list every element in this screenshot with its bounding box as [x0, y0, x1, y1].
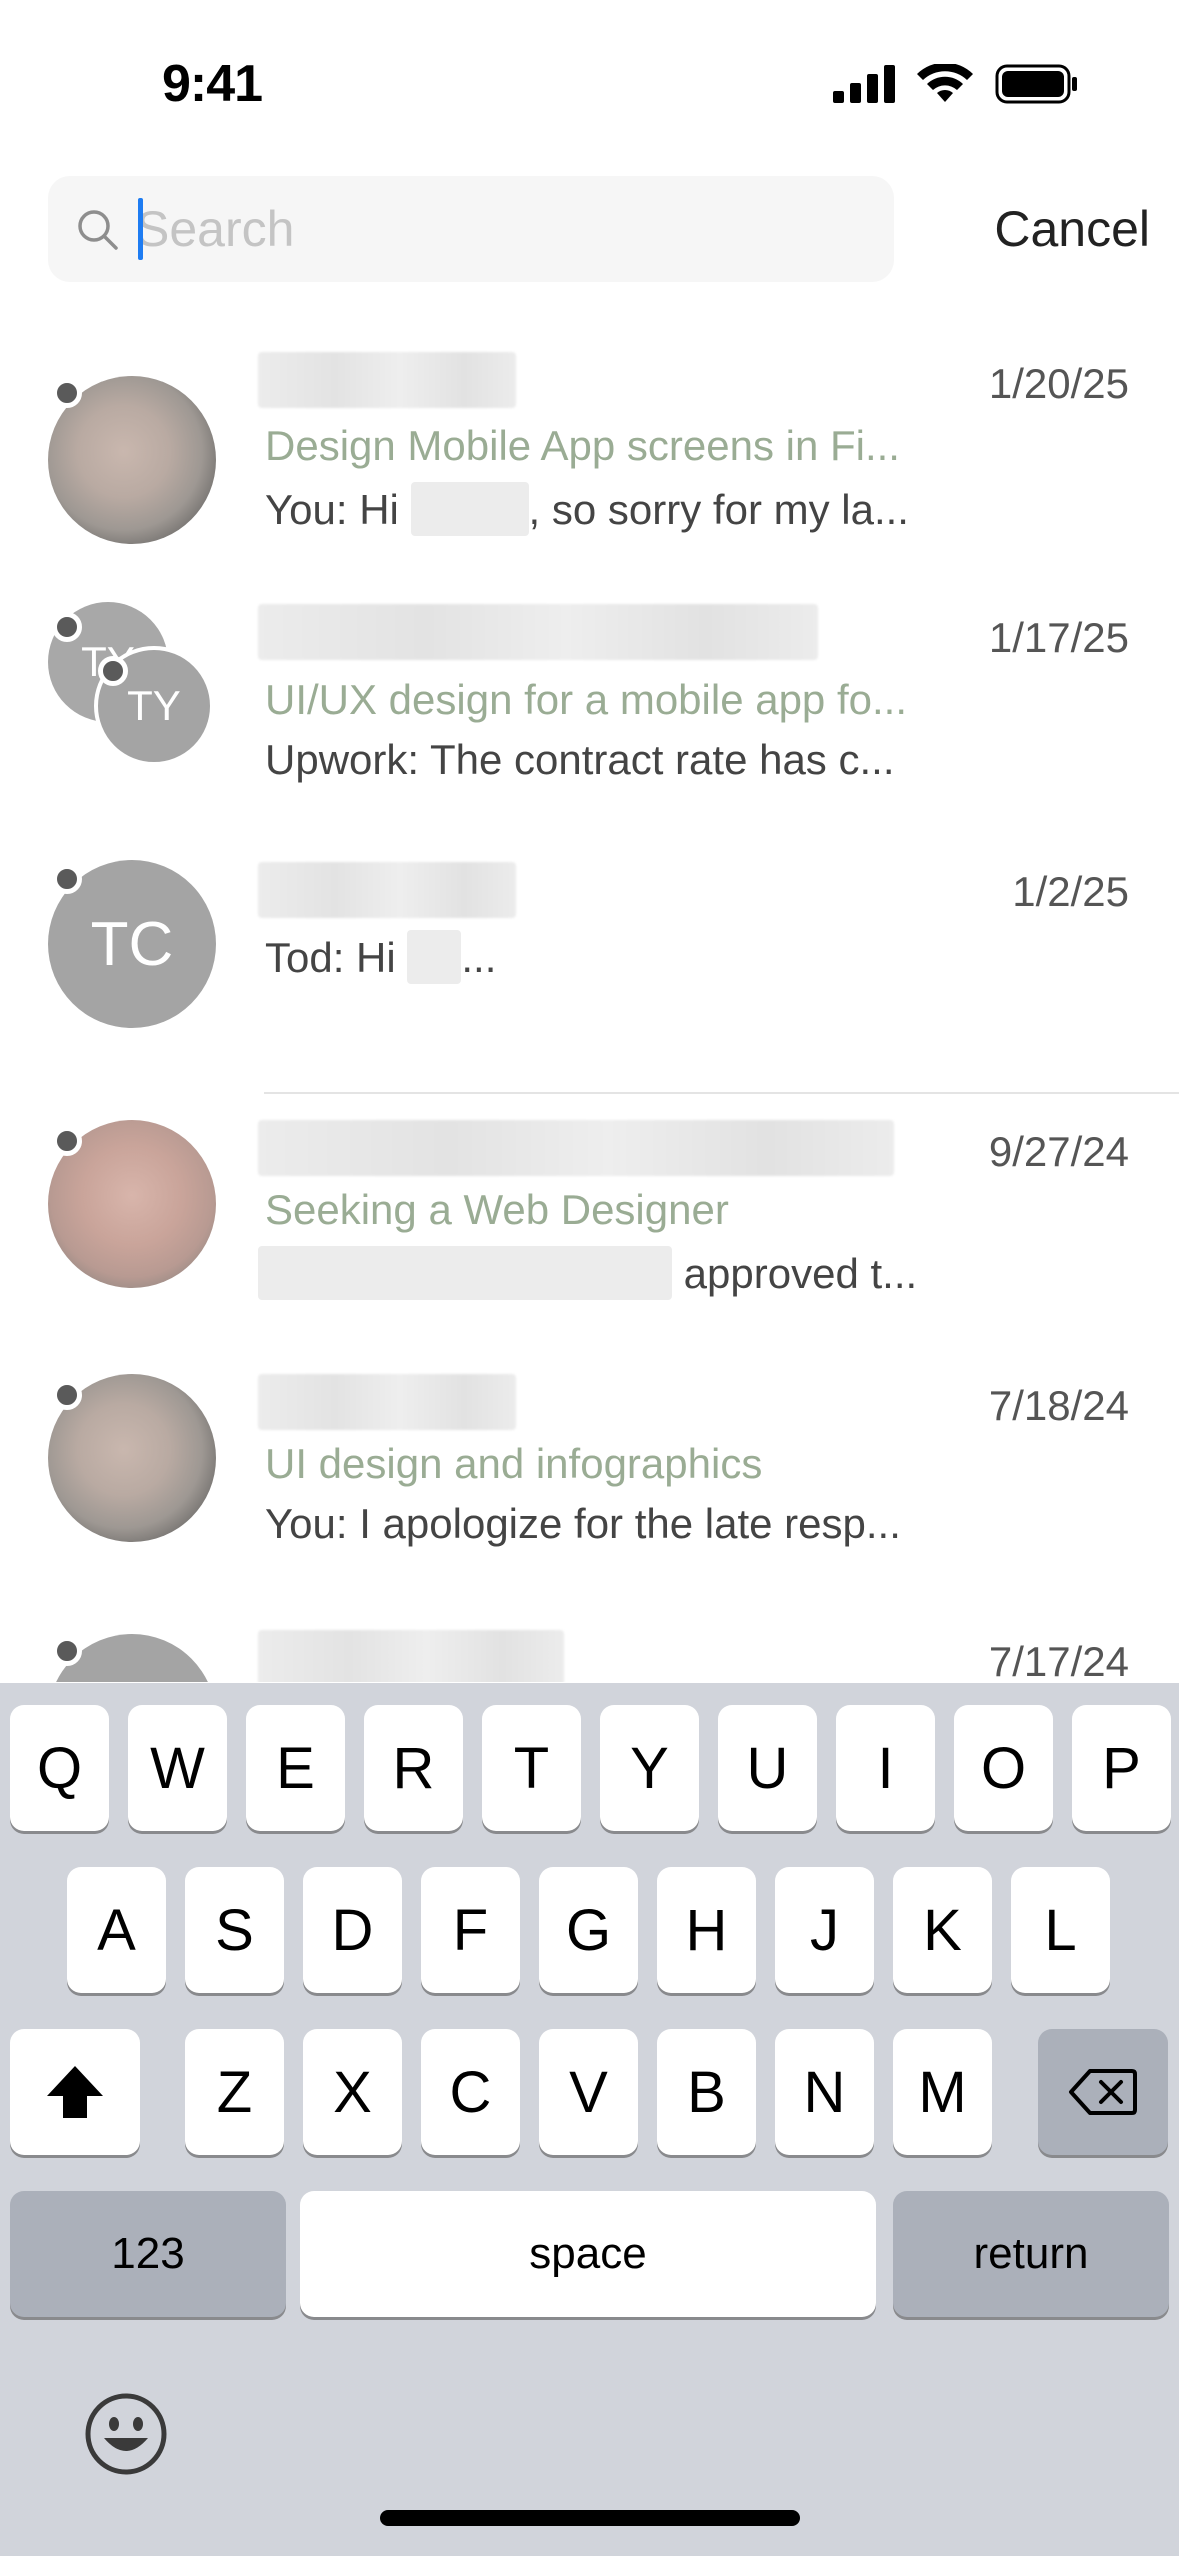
battery-icon	[995, 64, 1077, 104]
cellular-signal-icon	[833, 65, 895, 103]
presence-dot	[52, 612, 82, 642]
key-e[interactable]: E	[246, 1705, 345, 1831]
presence-dot	[52, 1380, 82, 1410]
contact-name-redacted	[258, 1120, 894, 1176]
conversation-row[interactable]: 1/20/25 Design Mobile App screens in Fi.…	[0, 348, 1179, 598]
emoji-icon[interactable]	[84, 2392, 168, 2476]
status-bar: 9:41	[0, 0, 1179, 170]
conversation-row[interactable]: TY TY 1/17/25 UI/UX design for a mobile …	[0, 602, 1179, 852]
preview-prefix: You: Hi	[265, 486, 399, 533]
key-y[interactable]: Y	[600, 1705, 699, 1831]
contact-name-redacted	[258, 862, 516, 918]
space-key[interactable]: space	[300, 2191, 876, 2317]
key-j[interactable]: J	[775, 1867, 874, 1993]
conversation-list[interactable]: 1/20/25 Design Mobile App screens in Fi.…	[0, 330, 1179, 1682]
conversation-row[interactable]: 7/17/24	[0, 1630, 1179, 1682]
key-k[interactable]: K	[893, 1867, 992, 1993]
key-v[interactable]: V	[539, 2029, 638, 2155]
status-icons	[833, 64, 1079, 104]
message-preview: Upwork: The contract rate has c...	[265, 736, 895, 783]
key-q[interactable]: Q	[10, 1705, 109, 1831]
name-redacted	[407, 930, 462, 984]
name-redacted	[258, 1246, 672, 1300]
section-divider	[264, 1092, 1179, 1094]
key-w[interactable]: W	[128, 1705, 227, 1831]
conversation-date: 9/27/24	[988, 1128, 1129, 1175]
presence-dot	[52, 1636, 82, 1666]
preview-prefix: Tod: Hi	[265, 934, 396, 981]
conversation-date: 1/2/25	[1012, 868, 1129, 915]
key-d[interactable]: D	[303, 1867, 402, 1993]
key-c[interactable]: C	[421, 2029, 520, 2155]
contact-name-redacted	[258, 1374, 516, 1430]
search-input[interactable]	[136, 192, 876, 266]
numbers-key[interactable]: 123	[10, 2191, 286, 2317]
contact-name-redacted	[258, 604, 818, 660]
key-t[interactable]: T	[482, 1705, 581, 1831]
conversation-row[interactable]: TC 1/2/25 Tod: Hi ...	[0, 860, 1179, 1110]
message-preview: You: I apologize for the late resp...	[265, 1500, 901, 1547]
presence-dot	[52, 1126, 82, 1156]
key-l[interactable]: L	[1011, 1867, 1110, 1993]
conversation-date: 7/17/24	[988, 1638, 1129, 1682]
conversation-date: 1/17/25	[988, 614, 1129, 661]
shift-key[interactable]	[10, 2029, 140, 2155]
key-f[interactable]: F	[421, 1867, 520, 1993]
job-title: UI/UX design for a mobile app fo...	[265, 676, 907, 723]
conversation-row[interactable]: 9/27/24 Seeking a Web Designer approved …	[0, 1120, 1179, 1370]
key-z[interactable]: Z	[185, 2029, 284, 2155]
preview-suffix: , so sorry for my la...	[528, 486, 909, 533]
message-preview: Tod: Hi ...	[265, 930, 496, 984]
preview-suffix: ...	[461, 934, 497, 981]
status-time: 9:41	[162, 55, 263, 113]
key-u[interactable]: U	[718, 1705, 817, 1831]
name-redacted	[410, 482, 529, 536]
message-preview: approved t...	[258, 1246, 917, 1300]
search-icon	[78, 210, 118, 250]
shift-icon	[47, 2066, 103, 2118]
message-preview: You: Hi , so sorry for my la...	[265, 482, 909, 536]
return-key[interactable]: return	[893, 2191, 1169, 2317]
job-title: UI design and infographics	[265, 1440, 763, 1487]
key-p[interactable]: P	[1072, 1705, 1171, 1831]
key-x[interactable]: X	[303, 2029, 402, 2155]
search-row: Cancel	[0, 176, 1179, 286]
presence-dot	[98, 656, 128, 686]
backspace-key[interactable]	[1038, 2029, 1168, 2155]
cancel-button[interactable]: Cancel	[950, 194, 1150, 264]
wifi-icon	[917, 64, 973, 102]
key-m[interactable]: M	[893, 2029, 992, 2155]
key-s[interactable]: S	[185, 1867, 284, 1993]
conversation-date: 7/18/24	[988, 1382, 1129, 1429]
key-n[interactable]: N	[775, 2029, 874, 2155]
key-o[interactable]: O	[954, 1705, 1053, 1831]
backspace-icon	[1069, 2069, 1137, 2115]
key-a[interactable]: A	[67, 1867, 166, 1993]
contact-name-redacted	[258, 1630, 564, 1682]
conversation-date: 1/20/25	[988, 360, 1129, 407]
job-title: Seeking a Web Designer	[265, 1186, 729, 1233]
contact-name-redacted	[258, 352, 516, 408]
key-b[interactable]: B	[657, 2029, 756, 2155]
presence-dot	[52, 378, 82, 408]
presence-dot	[52, 864, 82, 894]
job-title: Design Mobile App screens in Fi...	[265, 422, 900, 469]
key-r[interactable]: R	[364, 1705, 463, 1831]
home-indicator	[380, 2510, 800, 2526]
preview-suffix: approved t...	[683, 1250, 918, 1297]
key-h[interactable]: H	[657, 1867, 756, 1993]
conversation-row[interactable]: 7/18/24 UI design and infographics You: …	[0, 1374, 1179, 1624]
text-cursor	[138, 198, 143, 260]
key-i[interactable]: I	[836, 1705, 935, 1831]
key-g[interactable]: G	[539, 1867, 638, 1993]
